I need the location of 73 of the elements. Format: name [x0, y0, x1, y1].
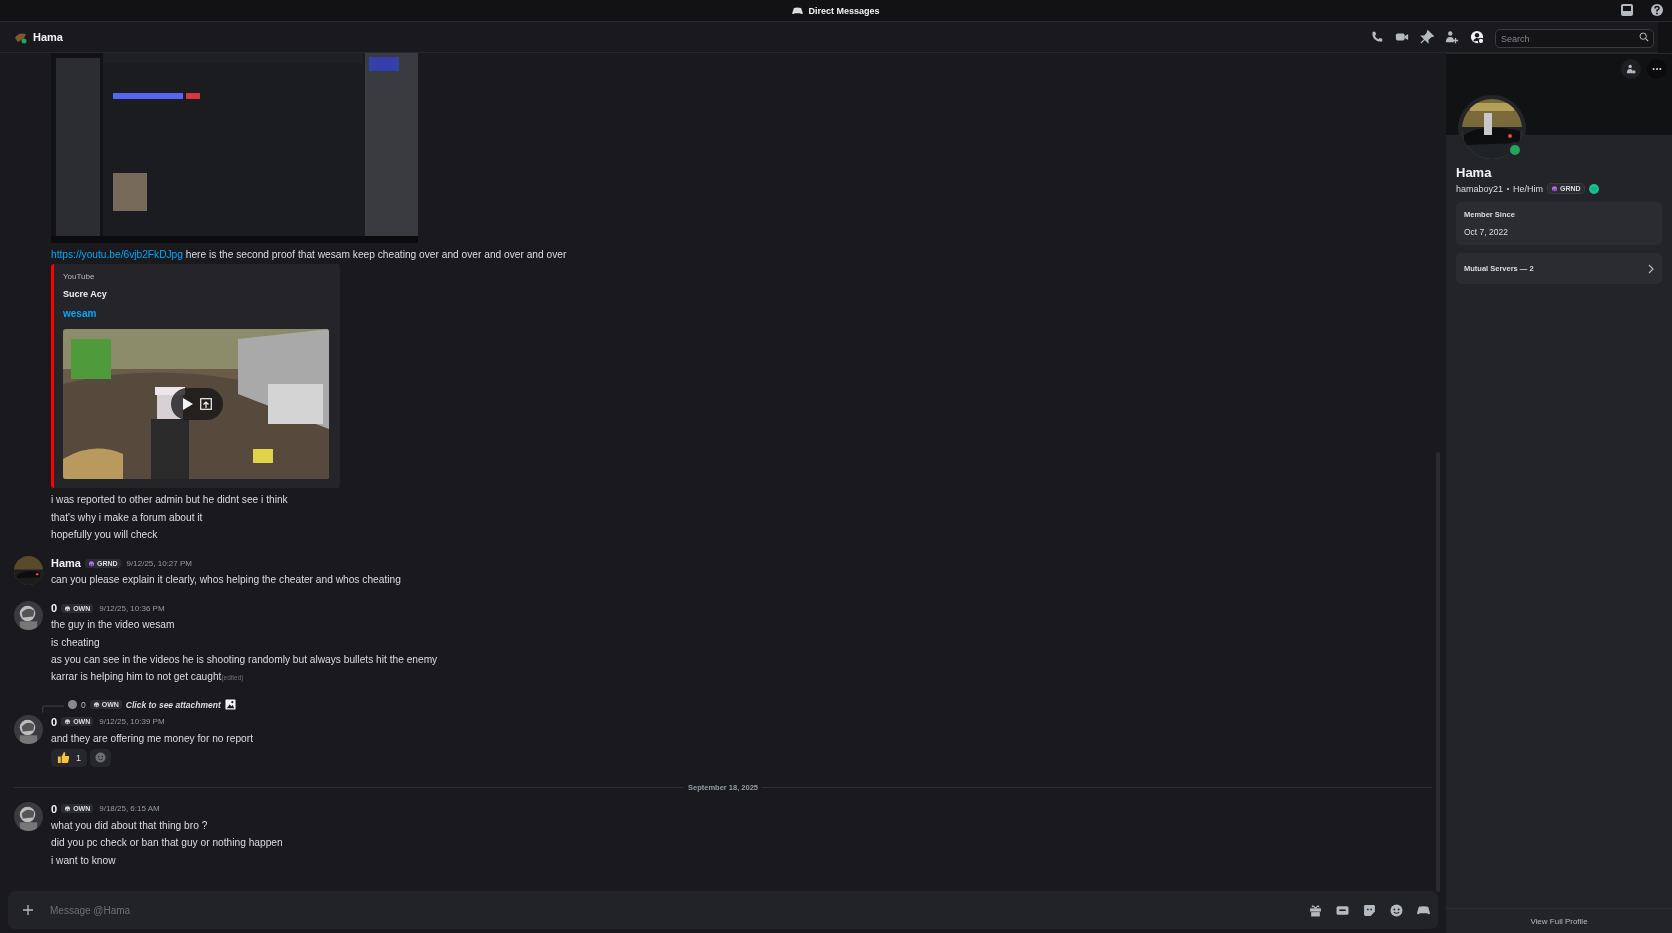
timestamp: 9/12/25, 10:27 PM — [126, 558, 192, 568]
timestamp: 9/12/25, 10:36 PM — [99, 604, 165, 613]
profile-name: Hama — [1456, 165, 1492, 180]
image-icon — [224, 699, 236, 711]
message-text: can you please explain it clearly, whos helping the cheater and whos cheating — [51, 573, 401, 588]
message-text: did you pc check or ban that guy or nothing happen — [51, 836, 283, 851]
badge-icon — [64, 718, 72, 726]
message-text: that's why i make a forum about it — [51, 510, 203, 525]
more-button[interactable] — [1647, 59, 1667, 79]
sticker-icon[interactable] — [1363, 903, 1376, 917]
badge-icon — [92, 701, 100, 709]
reaction-chip[interactable]: 1 — [51, 748, 87, 767]
user-avatar — [68, 700, 77, 710]
help-icon[interactable] — [1650, 3, 1664, 17]
user-avatar[interactable] — [14, 801, 43, 831]
message-text: the guy in the video wesam — [51, 618, 175, 633]
message-text: as you can see in the videos he is shooting randomly but always bullets hit the enemy — [51, 653, 438, 668]
badge-icon — [1551, 185, 1559, 192]
embed-author[interactable]: Sucre Acy — [63, 289, 107, 300]
user-profile-icon[interactable] — [1470, 30, 1484, 44]
search-icon — [1639, 32, 1649, 42]
badge-icon — [87, 559, 95, 567]
emoji-icon[interactable] — [1390, 903, 1403, 917]
reply-text[interactable]: Click to see attachment — [125, 699, 221, 710]
author-name[interactable]: Hama — [51, 557, 81, 570]
chevron-right-icon — [1648, 263, 1654, 274]
embed-title[interactable]: wesam — [63, 308, 97, 320]
message-text: i was reported to other admin but he didnt see i think — [51, 493, 288, 508]
author-name[interactable]: 0 — [51, 602, 58, 615]
plus-icon[interactable] — [22, 904, 34, 916]
inbox-icon[interactable] — [1620, 3, 1634, 17]
pin-icon[interactable] — [1420, 30, 1434, 44]
message-text: and they are offering me money for no report — [51, 731, 253, 746]
add-friend-icon — [1626, 64, 1636, 74]
message-text: hopefully you will check — [51, 527, 158, 542]
user-avatar[interactable] — [14, 714, 43, 744]
reply-author[interactable]: 0 — [81, 699, 86, 710]
message-link[interactable]: https://youtu.be/6vjb2FkDJpg — [51, 249, 183, 260]
timestamp: 9/18/25, 6:15 AM — [99, 804, 160, 814]
user-avatar[interactable] — [14, 601, 43, 631]
thumbs-up-icon — [57, 751, 70, 765]
message-text: i want to know — [51, 853, 116, 868]
controller-icon — [792, 6, 804, 15]
message-input[interactable]: Message @Hama — [48, 903, 1295, 917]
play-button[interactable] — [171, 388, 223, 421]
message-text: what you did about that thing bro ? — [51, 818, 208, 833]
add-friend-button[interactable] — [1621, 59, 1641, 79]
badge-icon — [64, 805, 72, 813]
embed-provider: YouTube — [63, 272, 95, 282]
window-title: Direct Messages — [808, 5, 880, 16]
view-full-profile-button[interactable]: View Full Profile — [1526, 914, 1592, 928]
message-text: https://youtu.be/6vjb2FkDJpg here is the second proof that wesam keep cheating over and over and over and over — [51, 248, 567, 262]
member-since-date: Oct 7, 2022 — [1464, 227, 1509, 237]
timestamp: 9/12/25, 10:39 PM — [99, 717, 165, 727]
author-name[interactable]: 0 — [51, 802, 58, 815]
gift-icon[interactable] — [1309, 903, 1322, 917]
more-icon — [1652, 67, 1662, 71]
pronouns: He/Him — [1513, 183, 1544, 194]
add-friend-icon[interactable] — [1445, 30, 1459, 44]
smiley-icon — [95, 752, 106, 764]
message-text: is cheating — [51, 635, 100, 650]
message-composer[interactable]: Message @Hama — [8, 891, 1438, 929]
add-reaction-button[interactable] — [90, 748, 111, 767]
phone-icon[interactable] — [1370, 30, 1384, 44]
open-external-icon[interactable] — [200, 398, 212, 411]
badge-icon — [64, 605, 72, 612]
author-name[interactable]: 0 — [51, 715, 58, 728]
gamepad-icon[interactable] — [1417, 903, 1430, 917]
reply-connector — [42, 704, 64, 713]
search-field[interactable]: Search — [1495, 29, 1654, 48]
badge-icon — [1588, 183, 1599, 194]
username: hamaboy21 — [1456, 183, 1504, 194]
channel-title: Hama — [33, 31, 63, 43]
